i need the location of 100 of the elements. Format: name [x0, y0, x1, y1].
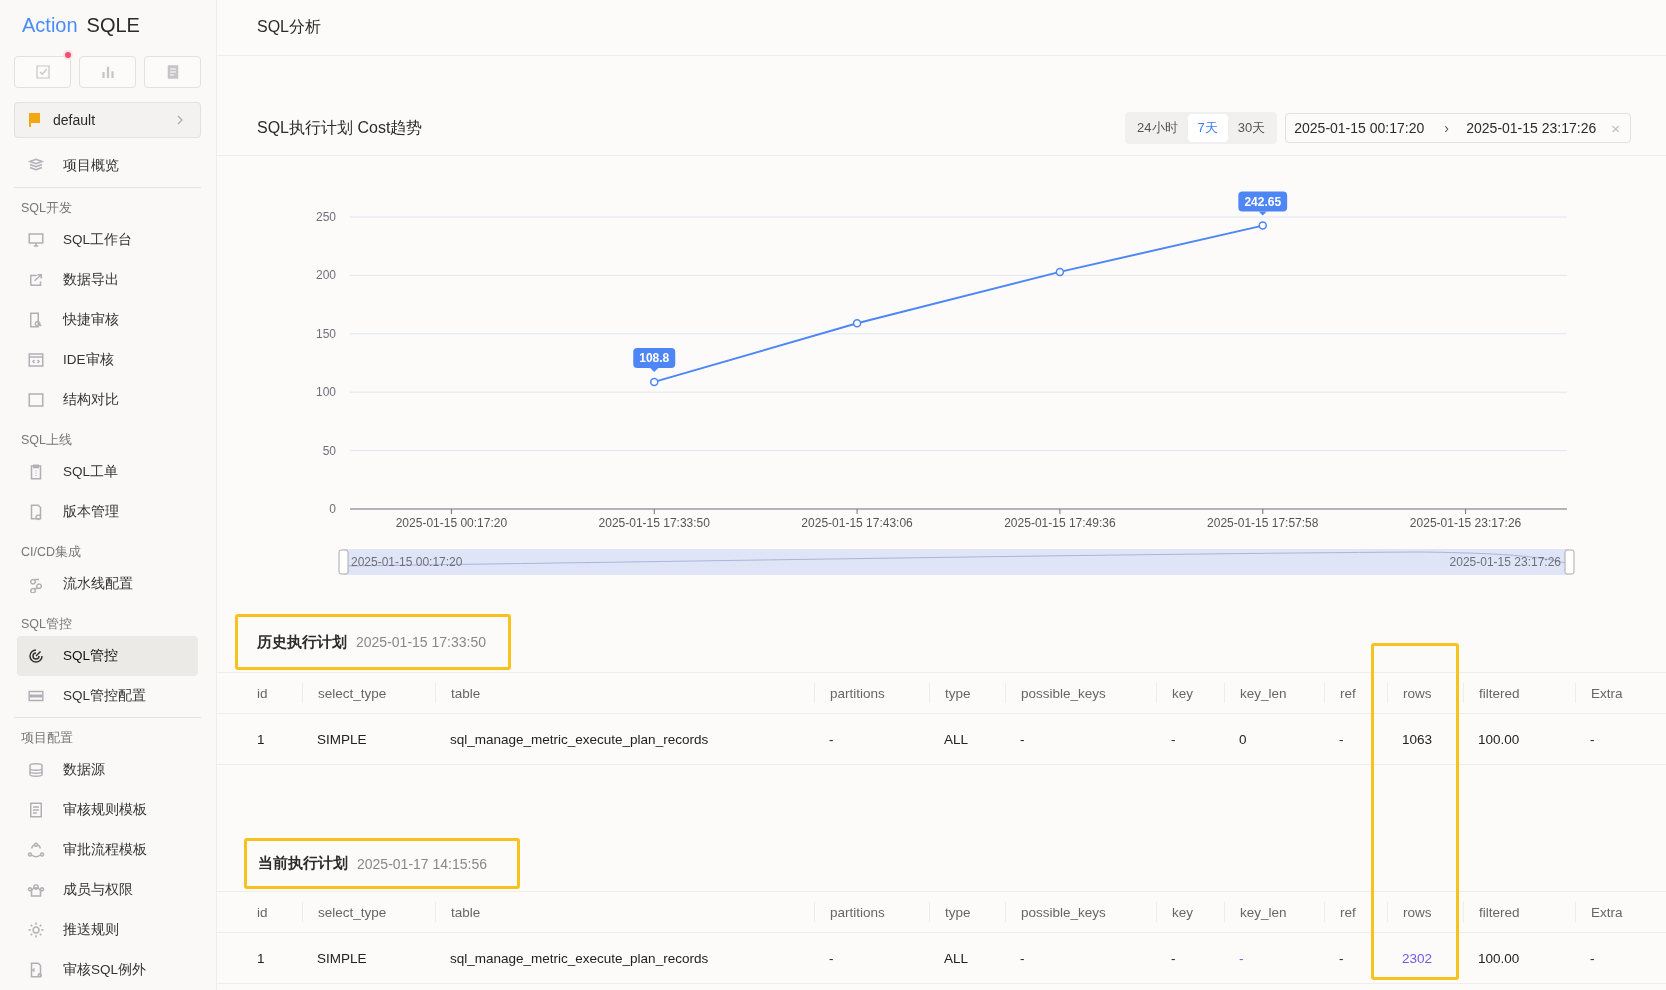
nav-item[interactable]: 项目概览 [17, 146, 198, 186]
column-header: id [256, 684, 269, 703]
flag-icon [27, 112, 43, 129]
nav-item[interactable]: SQL管控配置 [17, 676, 198, 716]
x-tick-label: 2025-01-15 17:49:36 [1004, 516, 1116, 530]
nav-item[interactable]: 推送规则 [17, 910, 198, 950]
column-header: possible_keys [1005, 683, 1156, 703]
column-header: table [435, 683, 814, 703]
table-cell-text: 1 [256, 730, 266, 749]
x-tick-label: 2025-01-15 17:43:06 [801, 516, 913, 530]
value-label: 108.8 [633, 347, 676, 372]
table-cell-text: - [1238, 949, 1245, 968]
radar-icon [27, 647, 45, 665]
table-cell-text: SIMPLE [316, 949, 368, 968]
share-icon [27, 271, 45, 289]
table-cell-text: 100.00 [1477, 730, 1521, 749]
range-tab[interactable]: 24小时 [1127, 114, 1188, 142]
page-title: SQL分析 [257, 17, 321, 37]
nav-item[interactable]: 版本管理 [17, 492, 198, 532]
column-header: ref [1324, 683, 1387, 703]
column-header: partitions [814, 683, 929, 703]
y-tick-label: 250 [315, 210, 336, 224]
column-header: Extra [1575, 683, 1666, 703]
table-cell-text: 100.00 [1477, 949, 1521, 968]
checklist-button[interactable] [14, 56, 71, 89]
column-header: type [929, 902, 1005, 922]
logo-product: SQLE [86, 14, 140, 38]
chevron-icon [176, 115, 184, 126]
table-cell-text: 1063 [1401, 730, 1434, 749]
column-header: ref [1324, 902, 1387, 922]
nav-item[interactable]: SQL管控 [17, 636, 198, 676]
section-title: SQL管控 [20, 616, 73, 633]
data-point[interactable] [852, 319, 862, 328]
nav-item[interactable]: SQL工作台 [17, 220, 198, 260]
table-cell-text: - [1589, 730, 1596, 749]
nav-item[interactable]: 审核规则模板 [17, 790, 198, 830]
nav-item[interactable]: 成员与权限 [17, 870, 198, 910]
y-tick-label: 150 [315, 326, 336, 341]
plan-time: 2025-01-15 17:33:50 [356, 634, 486, 650]
column-header: table [435, 902, 814, 922]
nav-item[interactable]: IDE审核 [17, 340, 198, 380]
data-point[interactable] [1055, 267, 1065, 277]
data-point[interactable] [650, 377, 659, 387]
nav-item[interactable]: 结构对比 [17, 380, 198, 420]
data-point[interactable] [1258, 221, 1267, 230]
database-icon [27, 761, 45, 779]
start-date: 2025-01-15 00:17:20 [1294, 120, 1426, 136]
table-cell-text: 2302 [1401, 949, 1434, 968]
table-cell-text: ALL [943, 730, 970, 749]
column-header: filtered [1463, 902, 1575, 922]
table-cell-text: 1 [256, 949, 266, 968]
nav-item[interactable]: 审核SQL例外 [17, 950, 198, 990]
column-header: id [256, 903, 269, 922]
nav-item[interactable]: 快捷审核 [17, 300, 198, 340]
table-cell-text: - [1338, 730, 1345, 749]
table-cell-text: SIMPLE [316, 730, 368, 749]
nav-item[interactable]: 流水线配置 [17, 564, 198, 604]
nav-item[interactable]: SQL工单 [17, 452, 198, 492]
table-cell-text: sql_manage_metric_execute_plan_records [449, 949, 710, 968]
plan-time: 2025-01-17 14:15:56 [357, 855, 487, 872]
x-tick-label: 2025-01-15 23:17:26 [1409, 516, 1522, 530]
table-cell-text: - [1170, 730, 1177, 749]
section-title: 项目配置 [20, 730, 74, 747]
table-cell-text: - [828, 730, 835, 749]
range-separator: › [1444, 120, 1450, 136]
section-title: SQL上线 [20, 432, 73, 449]
chart-title: SQL执行计划 Cost趋势 [257, 117, 423, 138]
x-tick-label: 2025-01-15 17:57:58 [1207, 516, 1319, 530]
zoom-slider[interactable] [338, 549, 1575, 575]
nav-item[interactable]: 数据源 [17, 750, 198, 790]
column-header: Extra [1575, 902, 1666, 922]
zoom-start-label: 2025-01-15 00:17:20 [351, 555, 463, 569]
section-title: SQL开发 [20, 200, 73, 217]
gear-icon [27, 921, 45, 939]
table-cell-text: - [1589, 949, 1596, 968]
table-cell-text: ALL [943, 949, 970, 968]
team-icon [27, 881, 45, 899]
column-header: key [1156, 683, 1224, 703]
column-header: rows [1387, 683, 1463, 703]
table-cell-text: - [1338, 949, 1345, 968]
date-range-field[interactable]: 2025-01-15 00:17:20 › 2025-01-15 23:17:26 × [1285, 113, 1631, 143]
y-tick-label: 200 [315, 268, 336, 283]
range-tab[interactable]: 30天 [1227, 114, 1276, 142]
cycle-icon [27, 841, 45, 859]
project-selector[interactable]: default [14, 102, 201, 138]
nav-item[interactable]: 数据导出 [17, 260, 198, 300]
zoom-end-label: 2025-01-15 23:17:26 [1449, 555, 1561, 569]
column-header: filtered [1463, 683, 1575, 703]
table-cell-text: 0 [1238, 730, 1248, 749]
y-tick-label: 100 [315, 385, 336, 400]
table-cell-text: sql_manage_metric_execute_plan_records [449, 730, 710, 749]
column-header: rows [1387, 902, 1463, 922]
logo-brand: Action [22, 14, 78, 38]
x-tick-label: 2025-01-15 17:33:50 [598, 516, 710, 530]
nav-item[interactable]: 审批流程模板 [17, 830, 198, 870]
value-label: 242.65 [1238, 191, 1288, 216]
section-title: CI/CD集成 [20, 544, 83, 561]
range-tab[interactable]: 7天 [1187, 114, 1228, 142]
column-header: select_type [302, 683, 435, 703]
column-header: type [929, 683, 1005, 703]
